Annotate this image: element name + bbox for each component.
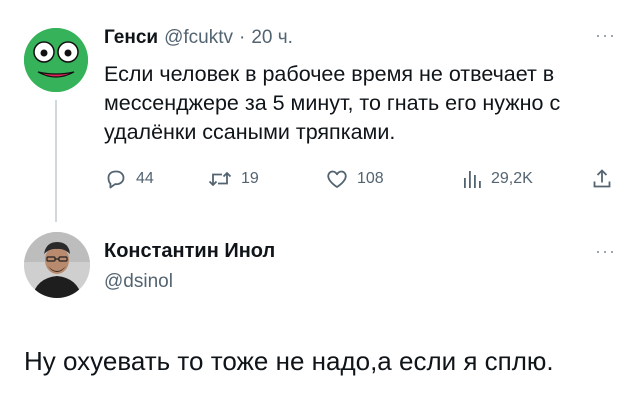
repost-button[interactable]: 19: [207, 166, 259, 192]
parent-tweet[interactable]: Генси @fcuktv · 20 ч. ··· Если человек в…: [0, 0, 640, 222]
frog-face-icon: [24, 28, 88, 92]
heart-icon: [327, 170, 347, 188]
tweet-timestamp[interactable]: 20 ч.: [251, 27, 293, 49]
views-count: 29,2K: [491, 170, 533, 187]
tweet-header: Генси @fcuktv · 20 ч.: [104, 27, 293, 49]
more-options-button[interactable]: ···: [595, 26, 616, 44]
separator-dot: ·: [239, 27, 246, 48]
thread-connector-line: [55, 100, 57, 222]
reply-author-avatar[interactable]: [24, 232, 90, 298]
author-name[interactable]: Генси: [104, 27, 158, 49]
views-button[interactable]: 29,2K: [461, 166, 533, 192]
share-upload-icon: [593, 169, 611, 188]
author-handle[interactable]: @fcuktv: [164, 27, 233, 49]
repost-count: 19: [241, 170, 259, 187]
like-button[interactable]: 108: [325, 166, 384, 192]
tweet-thread: Генси @fcuktv · 20 ч. ··· Если человек в…: [0, 0, 640, 400]
user-photo-icon: [24, 232, 90, 298]
reply-more-options-button[interactable]: ···: [595, 242, 616, 260]
tweet-text: Если человек в рабочее время не отвечает…: [104, 62, 561, 144]
author-avatar[interactable]: [24, 28, 88, 92]
speech-bubble-icon: [107, 170, 125, 189]
share-button[interactable]: [590, 166, 614, 192]
repost-arrows-icon: [208, 172, 232, 186]
like-count: 108: [357, 170, 384, 187]
reply-author-handle[interactable]: @dsinol: [104, 271, 173, 293]
reply-count: 44: [136, 170, 154, 187]
bar-chart-icon: [464, 171, 481, 188]
reply-author-name[interactable]: Константин Инол: [104, 240, 275, 263]
reply-tweet-text: Ну охуевать то тоже не надо,а если я спл…: [24, 346, 554, 376]
tweet-actions: 44 19 108 29,2K: [104, 166, 620, 192]
reply-button[interactable]: 44: [104, 166, 154, 192]
